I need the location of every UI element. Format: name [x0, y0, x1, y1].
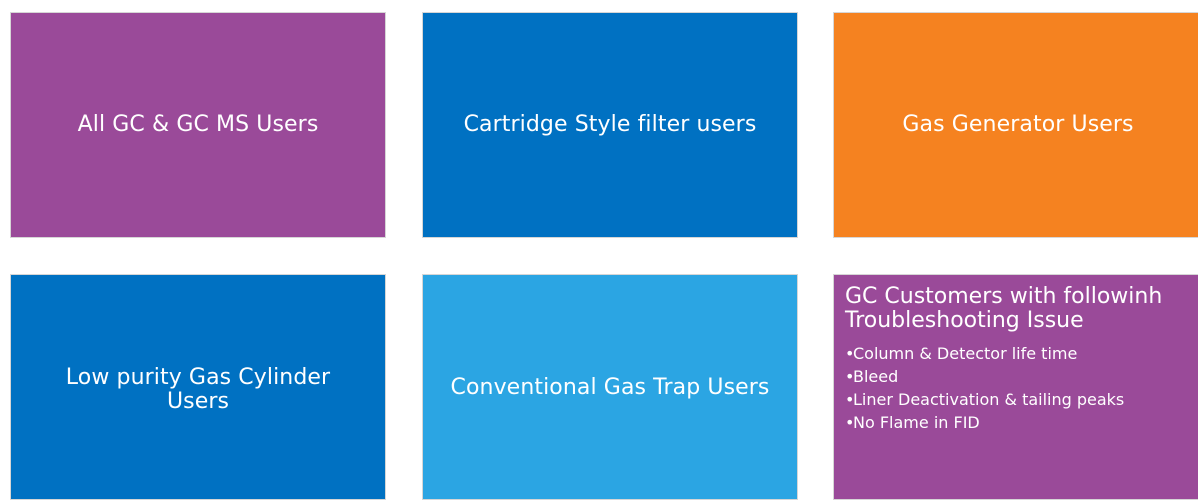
- issue-item: •Column & Detector life time: [845, 342, 1198, 365]
- tile-label: All GC & GC MS Users: [77, 112, 319, 138]
- tile-low-purity-cylinder-users: Low purity Gas Cylinder Users: [10, 274, 386, 500]
- tile-conventional-gas-trap-users: Conventional Gas Trap Users: [422, 274, 798, 500]
- bullet-icon: •: [845, 367, 855, 386]
- issue-item: •Liner Deactivation & tailing peaks: [845, 388, 1198, 411]
- issue-item-text: Liner Deactivation & tailing peaks: [853, 390, 1125, 409]
- tile-gc-troubleshooting-customers: GC Customers with followinh Troubleshoot…: [833, 274, 1198, 500]
- tile-label: Conventional Gas Trap Users: [450, 375, 770, 401]
- issue-item-text: Column & Detector life time: [853, 344, 1078, 363]
- tile-gas-generator-users: Gas Generator Users: [833, 12, 1198, 238]
- tile-label-line2: Users: [166, 389, 230, 414]
- issue-list: •Column & Detector life time •Bleed •Lin…: [845, 342, 1198, 434]
- issue-item-text: No Flame in FID: [853, 413, 980, 432]
- tile-label: Gas Generator Users: [902, 112, 1134, 138]
- issue-item-text: Bleed: [853, 367, 899, 386]
- tile-label: Low purity Gas Cylinder Users: [66, 366, 330, 414]
- tile-all-gc-users: All GC & GC MS Users: [10, 12, 386, 238]
- tile-title-line1: GC Customers with followinh: [845, 284, 1163, 309]
- tile-label-line1: Low purity Gas Cylinder: [65, 365, 331, 391]
- issue-item: •No Flame in FID: [845, 411, 1198, 434]
- issue-item: •Bleed: [845, 365, 1198, 388]
- tile-label: Cartridge Style filter users: [463, 112, 757, 138]
- bullet-icon: •: [845, 344, 855, 363]
- bullet-icon: •: [845, 390, 855, 409]
- tile-cartridge-filter-users: Cartridge Style filter users: [422, 12, 798, 238]
- bullet-icon: •: [845, 413, 855, 432]
- tile-title-line2: Troubleshooting Issue: [845, 308, 1084, 333]
